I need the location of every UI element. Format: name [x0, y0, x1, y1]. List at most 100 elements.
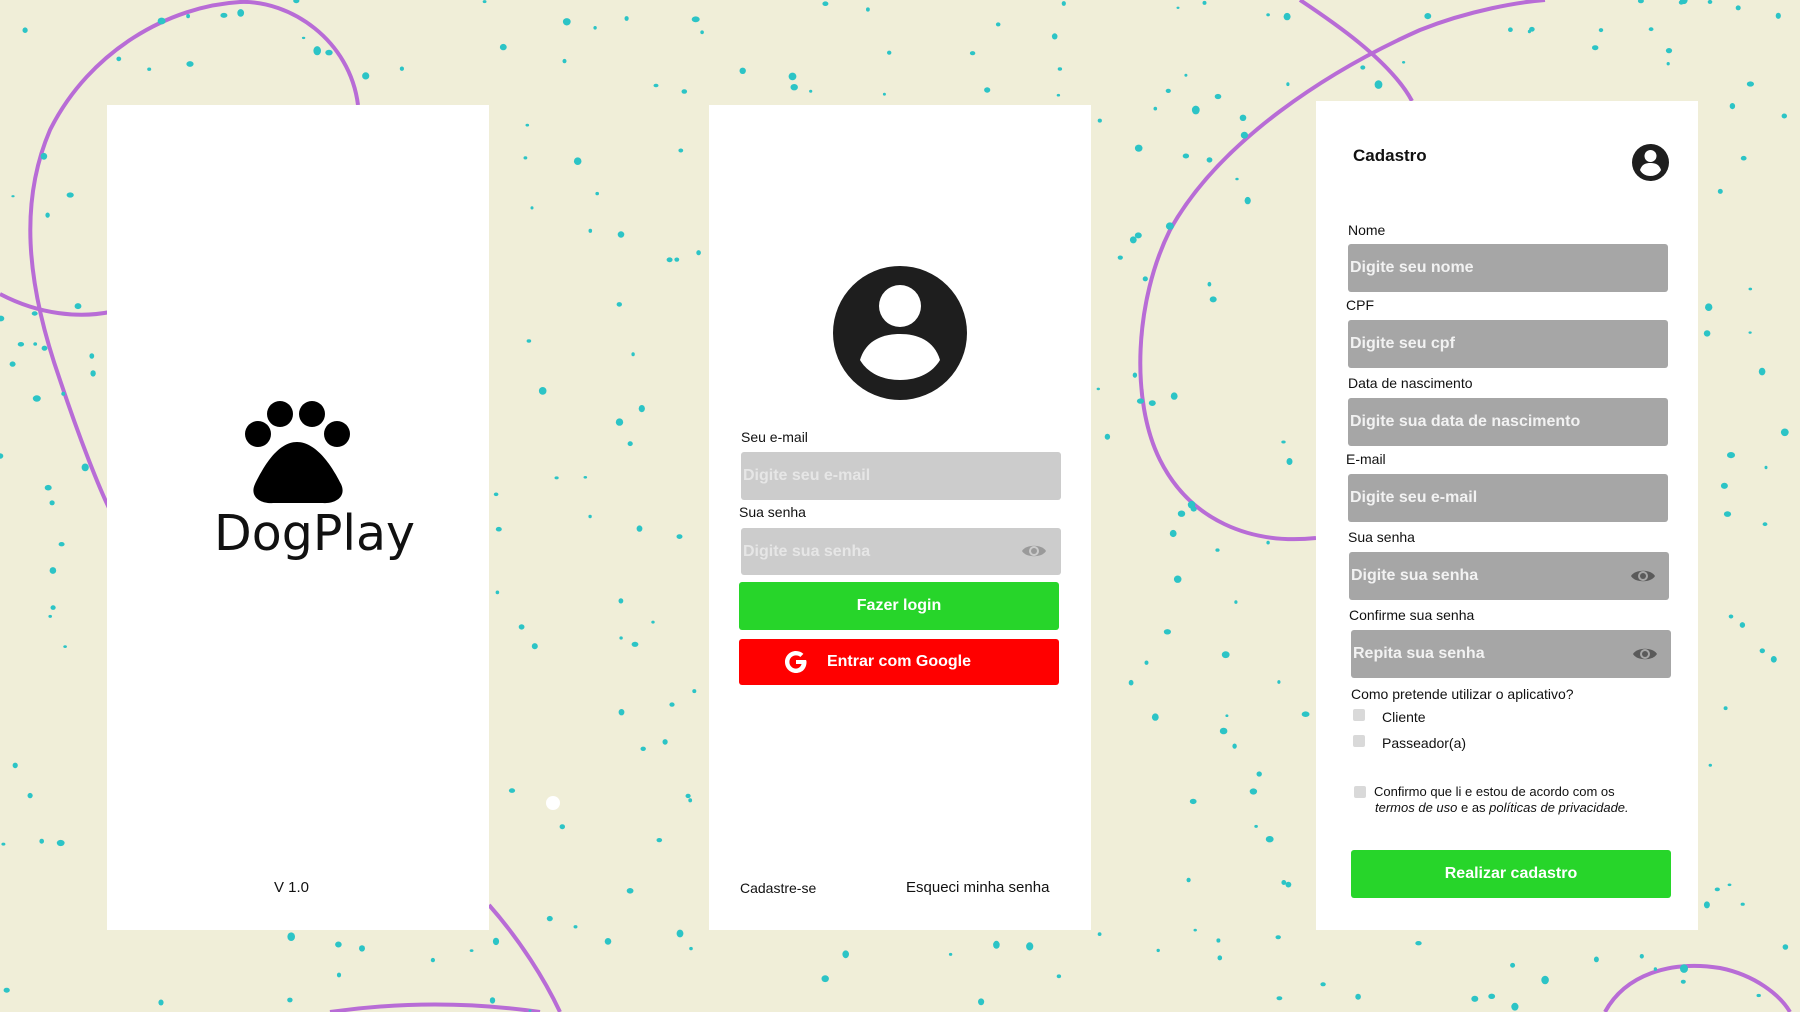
password-field[interactable]: Digite sua senha — [1349, 552, 1669, 600]
profile-icon[interactable] — [1632, 144, 1669, 181]
password-placeholder: Digite sua senha — [1351, 567, 1479, 584]
decor-dot — [1129, 236, 1137, 244]
email-field[interactable]: Digite seu e-mail — [741, 452, 1061, 500]
decor-dot — [1415, 941, 1422, 946]
decor-dot — [3, 987, 10, 993]
decor-dot — [1764, 465, 1768, 470]
decor-dot — [1235, 177, 1239, 181]
decor-dot — [11, 195, 15, 198]
decor-dot — [554, 476, 559, 480]
decor-dot — [1666, 62, 1670, 66]
confirm-password-field[interactable]: Repita sua senha — [1351, 630, 1671, 678]
eye-icon[interactable] — [1630, 567, 1656, 585]
forgot-password-link[interactable]: Esqueci minha senha — [906, 879, 1049, 896]
email-placeholder: Digite seu e-mail — [743, 467, 871, 484]
decor-dot — [559, 824, 565, 830]
email-field[interactable]: Digite seu e-mail — [1348, 474, 1668, 522]
decor-dot — [1170, 392, 1178, 400]
decor-dot — [546, 915, 553, 922]
decor-dot — [157, 17, 166, 25]
register-submit-button[interactable]: Realizar cadastro — [1351, 850, 1671, 898]
decor-dot — [362, 72, 370, 80]
decor-dot — [1637, 0, 1644, 4]
password-field[interactable]: Digite sua senha — [741, 528, 1061, 575]
terms-checkbox[interactable] — [1354, 786, 1366, 798]
client-checkbox[interactable] — [1353, 709, 1365, 721]
decor-dot — [1097, 932, 1102, 936]
decor-dot — [691, 16, 700, 23]
decor-dot — [666, 257, 673, 263]
usage-question: Como pretende utilizar o aplicativo? — [1351, 686, 1574, 702]
terms-of-use-link[interactable]: termos de uso — [1375, 800, 1457, 815]
google-g-icon — [785, 651, 807, 673]
password-placeholder: Digite sua senha — [743, 542, 871, 560]
birth-date-field[interactable]: Digite sua data de nascimento — [1348, 398, 1668, 446]
password-label: Sua senha — [1348, 529, 1415, 545]
decor-dot — [56, 839, 65, 847]
decor-dot — [1728, 614, 1734, 619]
decor-dot — [1214, 93, 1222, 100]
google-login-button[interactable]: Entrar com Google — [739, 639, 1059, 685]
decor-dot — [995, 22, 1001, 27]
name-field[interactable]: Digite seu nome — [1348, 244, 1668, 292]
decor-dot — [1286, 82, 1290, 87]
decor-dot — [1056, 93, 1061, 97]
decor-dot — [1705, 303, 1713, 312]
decor-dot — [1165, 222, 1174, 230]
cpf-field[interactable]: Digite seu cpf — [1348, 320, 1668, 368]
decor-dot — [619, 636, 623, 640]
decor-dot — [692, 689, 697, 694]
decor-dot — [1740, 155, 1747, 161]
decor-dot — [1770, 656, 1777, 663]
decor-dot — [1165, 88, 1171, 93]
decor-dot — [1186, 877, 1191, 883]
decor-dot — [1285, 881, 1292, 888]
decor-dot — [688, 798, 693, 803]
privacy-policy-link[interactable]: políticas de privacidade — [1489, 800, 1625, 815]
decor-dot — [1193, 928, 1197, 932]
decor-dot — [469, 949, 474, 952]
decor-dot — [1173, 575, 1182, 583]
decor-dot — [1648, 27, 1654, 32]
decor-dot — [1424, 13, 1432, 20]
decor-dot — [1221, 651, 1230, 659]
paw-icon — [245, 401, 350, 504]
decor-dot — [821, 975, 829, 983]
decor-dot — [640, 746, 646, 751]
decor-dot — [49, 567, 57, 574]
decor-dot — [531, 643, 538, 650]
decor-dot — [788, 72, 797, 81]
client-option-label: Cliente — [1382, 709, 1426, 725]
decor-dot — [1128, 679, 1134, 686]
decor-dot — [1707, 0, 1713, 4]
decor-dot — [662, 739, 668, 745]
eye-icon[interactable] — [1021, 542, 1047, 560]
walker-checkbox[interactable] — [1353, 735, 1365, 747]
decor-dot — [27, 792, 33, 799]
decor-dot — [1740, 902, 1745, 906]
decor-dot — [887, 50, 892, 55]
decor-dot — [399, 66, 404, 71]
decor-dot — [978, 998, 985, 1006]
login-button[interactable]: Fazer login — [739, 582, 1059, 630]
decor-dot — [287, 932, 296, 941]
decor-dot — [186, 14, 191, 19]
decor-dot — [1703, 901, 1710, 909]
decor-dot — [508, 788, 516, 793]
decor-dot — [313, 46, 322, 56]
signup-link[interactable]: Cadastre-se — [740, 880, 816, 896]
decor-dot — [66, 192, 74, 198]
decor-dot — [615, 418, 624, 426]
decor-dot — [604, 938, 612, 945]
decor-dot — [1184, 73, 1188, 77]
decor-dot — [1177, 510, 1186, 517]
decor-dot — [31, 311, 38, 316]
decor-dot — [627, 441, 633, 447]
decor-dot — [618, 598, 624, 604]
decor-dot — [1281, 880, 1287, 885]
terms-text-line2: termos de uso e as políticas de privacid… — [1375, 800, 1629, 815]
decor-dot — [518, 624, 525, 630]
eye-icon[interactable] — [1632, 645, 1658, 663]
decor-dot — [493, 492, 499, 497]
email-label: Seu e-mail — [741, 429, 808, 445]
